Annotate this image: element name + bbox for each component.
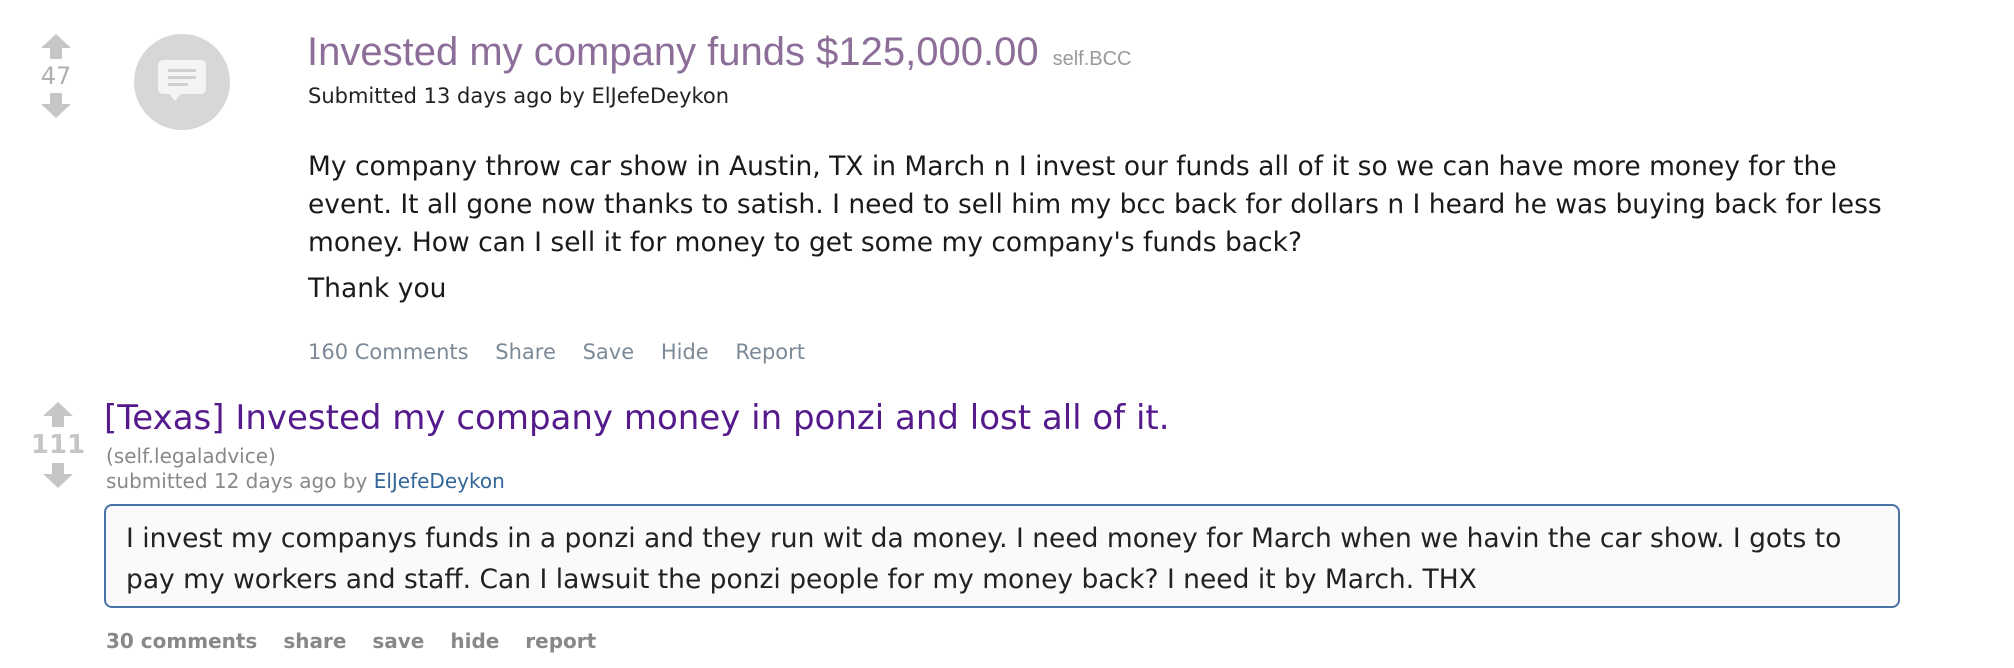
post2-author-link[interactable]: ElJefeDeykon [374, 469, 505, 493]
post1-body: My company throw car show in Austin, TX … [308, 148, 1908, 308]
hide-link[interactable]: Hide [661, 340, 709, 364]
upvote-arrow-icon[interactable] [30, 402, 86, 427]
report-link[interactable]: Report [735, 340, 805, 364]
downvote-arrow-icon[interactable] [28, 93, 84, 118]
post1-score: 47 [40, 62, 72, 90]
post2-meta: submitted 12 days ago by ElJefeDeykon [106, 469, 505, 493]
post1-meta: Submitted 13 days ago by ElJefeDeykon [308, 84, 730, 108]
self-post-thumbnail-icon[interactable] [134, 34, 230, 130]
post1-actions: 160 Comments Share Save Hide Report [308, 340, 825, 364]
downvote-arrow-icon[interactable] [30, 463, 86, 488]
save-link[interactable]: save [372, 629, 424, 653]
post2-score: 111 [30, 430, 86, 460]
comments-link[interactable]: 30 comments [106, 629, 257, 653]
post2-actions: 30 comments share save hide report [106, 629, 615, 653]
hide-link[interactable]: hide [450, 629, 499, 653]
post1-body-text: My company throw car show in Austin, TX … [308, 151, 1882, 258]
post1-title[interactable]: Invested my company funds $125,000.00 [307, 30, 1039, 74]
comments-link[interactable]: 160 Comments [308, 340, 469, 364]
post1-domain[interactable]: self.BCC [1053, 48, 1132, 70]
share-link[interactable]: share [283, 629, 346, 653]
post2-selftext-box: I invest my companys funds in a ponzi an… [104, 504, 1900, 608]
share-link[interactable]: Share [495, 340, 556, 364]
save-link[interactable]: Save [583, 340, 635, 364]
post2-vote-column: 111 [30, 402, 86, 488]
upvote-arrow-icon[interactable] [28, 34, 84, 59]
report-link[interactable]: report [525, 629, 596, 653]
post1-vote-column: 47 [28, 34, 84, 118]
post2-title[interactable]: [Texas] Invested my company money in pon… [104, 398, 1170, 438]
post2-meta-prefix: submitted 12 days ago by [106, 469, 368, 493]
post1-title-row: Invested my company funds $125,000.00 sel… [307, 30, 1132, 75]
post2-domain[interactable]: (self.legaladvice) [106, 444, 276, 468]
post1-thanks-text: Thank you [308, 273, 447, 304]
